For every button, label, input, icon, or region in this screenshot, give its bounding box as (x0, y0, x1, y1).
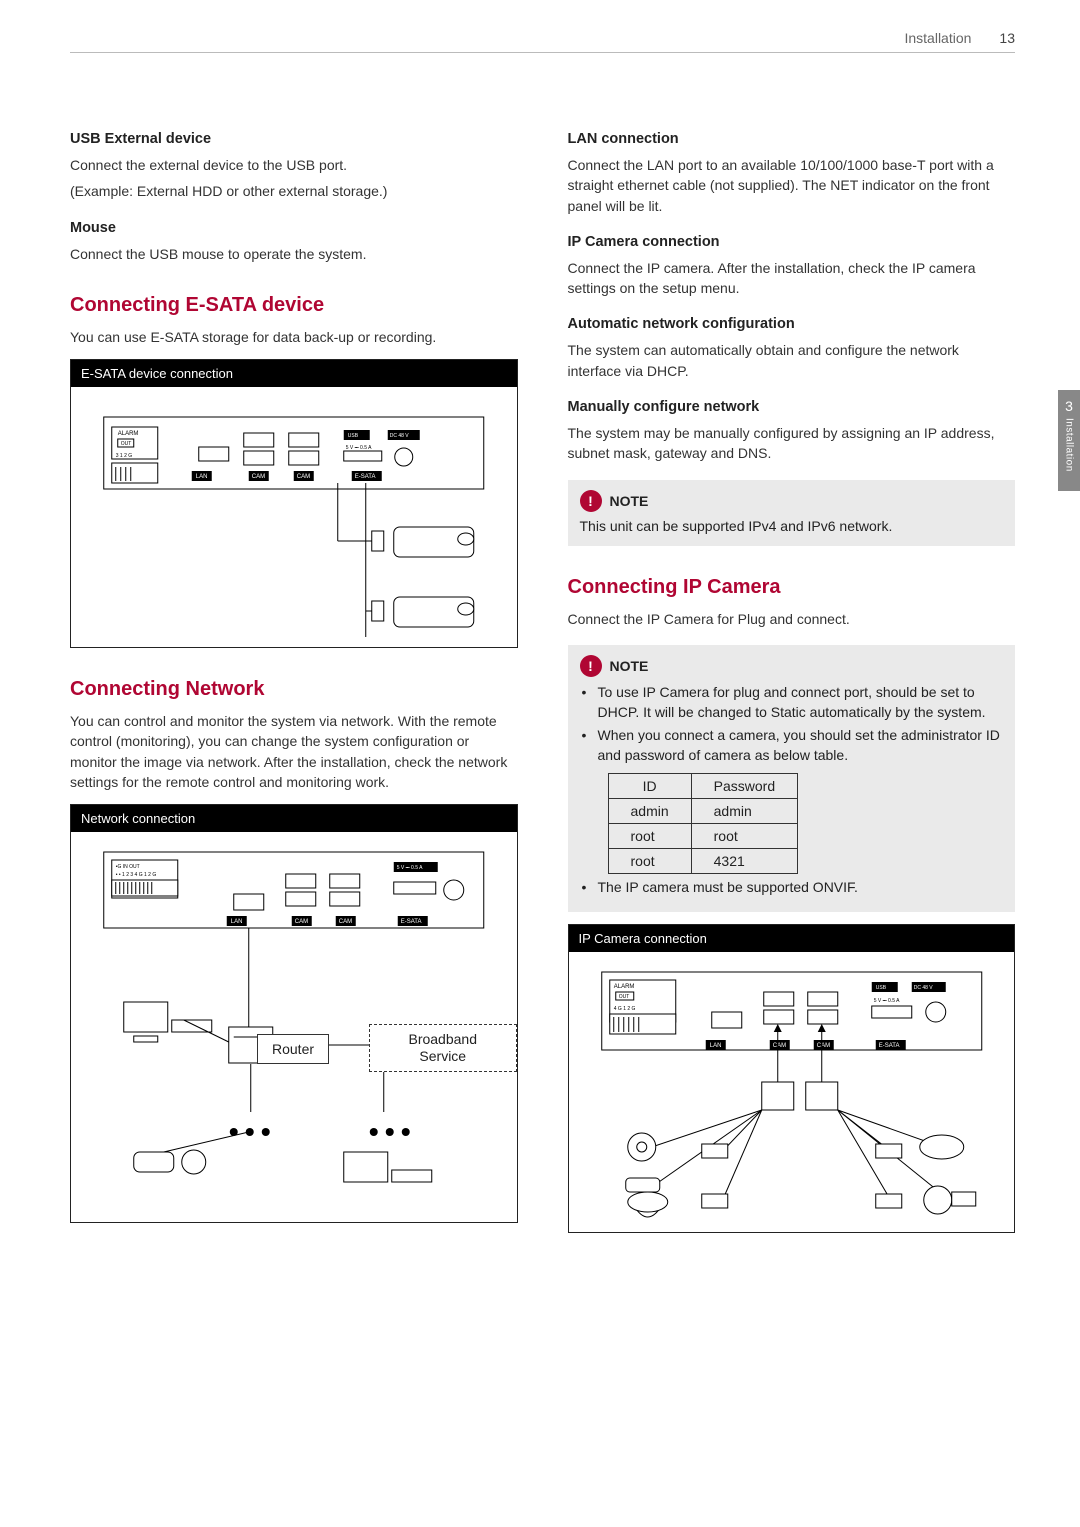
svg-text:LAN: LAN (231, 919, 243, 925)
diagram-title: E-SATA device connection (71, 360, 517, 387)
svg-text:E-SATA: E-SATA (878, 1043, 899, 1049)
header-section: Installation (904, 30, 971, 46)
credentials-table: ID Password admin admin root root root 4… (608, 773, 799, 874)
svg-text:OUT: OUT (618, 994, 629, 1000)
svg-text:OUT: OUT (121, 441, 132, 447)
diagram-title: Network connection (71, 805, 517, 832)
heading-ip-camera-connection: IP Camera connection (568, 234, 1016, 250)
table-cell: root (691, 824, 797, 849)
section-connecting-network: Connecting Network (70, 678, 518, 701)
note-bullet: To use IP Camera for plug and connect po… (580, 683, 1004, 722)
note-icon: ! (580, 655, 602, 677)
svg-text:DC 48 V: DC 48 V (913, 985, 933, 991)
svg-text:ALARM: ALARM (118, 431, 139, 437)
svg-text:•G IN OUT: •G IN OUT (116, 864, 140, 870)
diagram-svg: ALARM OUT 3 1 2 G LAN (71, 387, 517, 647)
section-connecting-esata: Connecting E-SATA device (70, 294, 518, 317)
diagram-ip-camera-connection: IP Camera connection ALARM OUT 4 G 1 2 G (568, 924, 1016, 1233)
diagram-esata-connection: E-SATA device connection ALARM OUT 3 1 2… (70, 359, 518, 648)
heading-lan-connection: LAN connection (568, 131, 1016, 147)
note-label: NOTE (610, 493, 649, 509)
body-text: Connect the external device to the USB p… (70, 155, 518, 175)
right-column: LAN connection Connect the LAN port to a… (568, 113, 1016, 1253)
diagram-body: ALARM OUT 3 1 2 G LAN (71, 387, 517, 647)
body-text: The system can automatically obtain and … (568, 340, 1016, 381)
body-text: The system may be manually configured by… (568, 423, 1016, 464)
table-cell: 4321 (691, 849, 797, 874)
svg-text:CAM: CAM (295, 919, 308, 925)
table-cell: root (608, 849, 691, 874)
body-text: You can control and monitor the system v… (70, 711, 518, 792)
table-cell: admin (691, 799, 797, 824)
table-header-id: ID (608, 774, 691, 799)
svg-text:USB: USB (348, 433, 359, 439)
svg-text:E-SATA: E-SATA (401, 919, 422, 925)
note-bullet: When you connect a camera, you should se… (580, 726, 1004, 765)
table-header-password: Password (691, 774, 797, 799)
note-box: ! NOTE To use IP Camera for plug and con… (568, 645, 1016, 912)
svg-text:CAM: CAM (252, 474, 265, 480)
svg-text:CAM: CAM (297, 474, 310, 480)
svg-text:5 V ⎓ 0.5 A: 5 V ⎓ 0.5 A (346, 445, 372, 451)
body-text: You can use E-SATA storage for data back… (70, 327, 518, 347)
heading-automatic-network: Automatic network configuration (568, 316, 1016, 332)
svg-text:5 V ⎓ 0.5 A: 5 V ⎓ 0.5 A (873, 998, 899, 1004)
diagram-svg: ALARM OUT 4 G 1 2 G (569, 952, 1015, 1232)
svg-text:LAN: LAN (196, 474, 208, 480)
heading-usb-external-device: USB External device (70, 131, 518, 147)
svg-text:LAN: LAN (709, 1043, 721, 1049)
diagram-network-connection: Network connection •G IN OUT • • 1 2 3 4… (70, 804, 518, 1223)
diagram-label-router: Router (257, 1034, 329, 1064)
chapter-side-tab: 3 Installation (1058, 390, 1080, 491)
svg-text:CAM: CAM (339, 919, 352, 925)
diagram-label-broadband: Broadband Service (369, 1024, 517, 1072)
svg-text:5 V ⎓ 0.5 A: 5 V ⎓ 0.5 A (397, 865, 423, 871)
table-cell: admin (608, 799, 691, 824)
note-box: ! NOTE This unit can be supported IPv4 a… (568, 480, 1016, 546)
svg-text:USB: USB (875, 985, 886, 991)
svg-text:4 G 1 2 G: 4 G 1 2 G (613, 1006, 635, 1012)
note-icon: ! (580, 490, 602, 512)
body-text: Connect the IP Camera for Plug and conne… (568, 609, 1016, 629)
header-page-number: 13 (999, 30, 1015, 46)
chapter-number: 3 (1058, 398, 1080, 414)
svg-text:CAM: CAM (816, 1043, 829, 1049)
table-cell: root (608, 824, 691, 849)
note-label: NOTE (610, 658, 649, 674)
heading-manually-configure: Manually configure network (568, 399, 1016, 415)
diagram-title: IP Camera connection (569, 925, 1015, 952)
page-header: Installation 13 (70, 30, 1015, 53)
svg-text:DC 48 V: DC 48 V (390, 433, 410, 439)
body-text: Connect the IP camera. After the install… (568, 258, 1016, 299)
svg-text:• • 1 2 3 4 G 1 2 G: • • 1 2 3 4 G 1 2 G (116, 872, 157, 878)
svg-text:CAM: CAM (772, 1043, 785, 1049)
table-row: root root (608, 824, 798, 849)
table-row: root 4321 (608, 849, 798, 874)
body-text: Connect the LAN port to an available 10/… (568, 155, 1016, 216)
svg-text:3 1 2 G: 3 1 2 G (116, 453, 133, 459)
svg-text:E-SATA: E-SATA (355, 474, 376, 480)
note-text: This unit can be supported IPv4 and IPv6… (580, 518, 1004, 534)
diagram-body: •G IN OUT • • 1 2 3 4 G 1 2 G (71, 832, 517, 1222)
body-text: (Example: External HDD or other external… (70, 181, 518, 201)
diagram-body: ALARM OUT 4 G 1 2 G (569, 952, 1015, 1232)
note-bullet: The IP camera must be supported ONVIF. (580, 878, 1004, 898)
section-connecting-ip-camera: Connecting IP Camera (568, 576, 1016, 599)
table-row: admin admin (608, 799, 798, 824)
chapter-title: Installation (1064, 418, 1075, 472)
body-text: Connect the USB mouse to operate the sys… (70, 244, 518, 264)
left-column: USB External device Connect the external… (70, 113, 518, 1253)
svg-text:ALARM: ALARM (613, 984, 634, 990)
heading-mouse: Mouse (70, 220, 518, 236)
